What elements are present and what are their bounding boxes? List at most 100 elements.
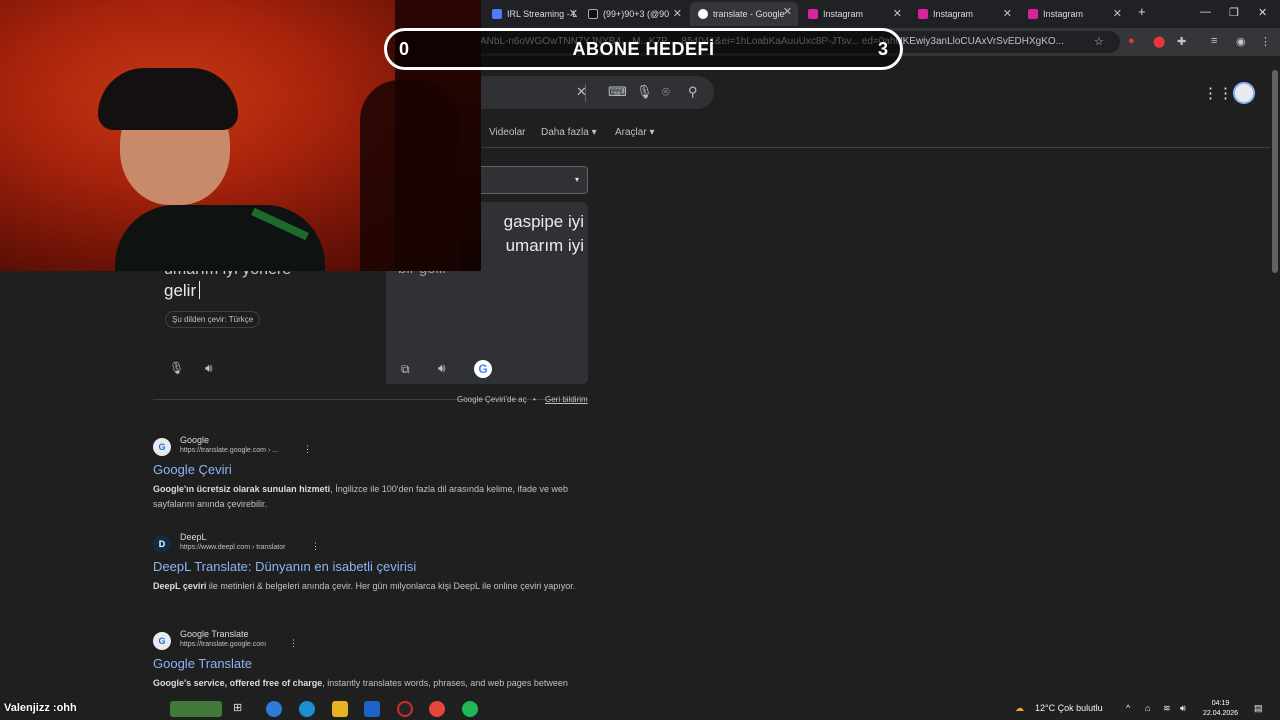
result-url[interactable]: https://translate.google.com (180, 641, 266, 648)
result-title-link[interactable]: Google Çeviri (153, 462, 232, 477)
tab-title: Instagram (1043, 9, 1084, 19)
tray-overflow-icon[interactable]: ^ (1126, 703, 1130, 713)
close-icon[interactable]: ✕ (673, 7, 682, 20)
nav-tools[interactable]: Araçlar ▾ (615, 127, 654, 138)
deepl-favicon-icon: D (153, 535, 171, 553)
copilot-icon[interactable] (266, 701, 282, 717)
notification-icon[interactable]: ▤ (1254, 703, 1263, 714)
new-tab-button[interactable]: + (1138, 4, 1146, 19)
chevron-down-icon: ▾ (574, 175, 579, 184)
goal-label: ABONE HEDEFİ (572, 39, 715, 59)
copy-icon[interactable]: ⧉ (401, 362, 410, 377)
lens-camera-icon[interactable]: ⌾ (662, 84, 670, 100)
extension-red-icon[interactable]: ● (1128, 35, 1135, 47)
edge-icon[interactable] (299, 701, 315, 717)
open-in-translate-link[interactable]: Google Çeviri'de aç (457, 395, 527, 404)
google-icon (698, 9, 708, 19)
weather-text[interactable]: 12°C Çok bulutlu (1035, 703, 1103, 713)
snippet-text: ile metinleri & belgeleri anında çevir. … (206, 581, 576, 591)
result-url[interactable]: https://www.deepl.com › translator (180, 544, 285, 551)
result-menu-icon[interactable]: ⋮ (311, 541, 320, 552)
search-box[interactable]: ✕ ⌨ 🎙︎ ⌾ ⚲ (440, 76, 714, 109)
profile-icon[interactable]: ◉ (1236, 35, 1246, 48)
result-title-link[interactable]: Google Translate (153, 656, 252, 671)
close-icon[interactable]: ✕ (1003, 7, 1012, 20)
result-menu-icon[interactable]: ⋮ (303, 444, 312, 455)
nav-more[interactable]: Daha fazla ▾ (541, 127, 597, 138)
tab-title: Instagram (823, 9, 864, 19)
tiktok-icon (588, 9, 598, 19)
clock-time: 04:19 (1211, 700, 1230, 707)
result-site: Google (180, 435, 210, 445)
spotify-icon[interactable] (462, 701, 478, 717)
goal-current: 0 (399, 39, 410, 59)
window-close-icon[interactable]: ✕ (1258, 6, 1267, 19)
clock-date: 22.04.2026 (1203, 710, 1239, 717)
result-url[interactable]: https://translate.google.com › ... (180, 447, 278, 454)
tab-translate-google[interactable]: translate - Google ✕ (690, 2, 798, 26)
microphone-icon[interactable]: 🎙︎ (636, 84, 653, 100)
cam-person-body (115, 205, 325, 271)
scrollbar-thumb[interactable] (1272, 70, 1278, 273)
cam-person-hair (98, 68, 238, 130)
nav-videos[interactable]: Videolar (489, 127, 526, 138)
goal-target: 3 (877, 39, 888, 59)
tab-tiktok[interactable]: (99+)90+3 (@90 ✕ (580, 4, 688, 24)
network-icon[interactable]: ⌂ (1145, 703, 1150, 713)
speaker-icon[interactable]: 🔊︎ (438, 361, 446, 376)
result-snippet: DeepL çeviri ile metinleri & belgeleri a… (153, 579, 593, 594)
search-icon[interactable]: ⚲ (688, 84, 698, 100)
tab-irl-streaming[interactable]: IRL Streaming - L ✕ (484, 4, 584, 24)
weather-icon[interactable]: ☁ (1015, 703, 1024, 714)
result-site: Google Translate (180, 629, 249, 639)
volume-icon[interactable]: 🔊︎ (1180, 703, 1186, 714)
snippet-bold: Google's service, offered free of charge (153, 678, 323, 688)
chrome-icon[interactable] (429, 701, 445, 717)
menu-kebab-icon[interactable]: ⋮ (1260, 35, 1271, 48)
account-avatar[interactable] (1233, 82, 1255, 104)
tab-instagram-1[interactable]: Instagram ✕ (800, 4, 908, 24)
stream-username-overlay: Valenjizz :ohh (4, 702, 77, 714)
record-icon[interactable]: ⬤ (1153, 35, 1165, 48)
tab-title: IRL Streaming - L (507, 9, 578, 19)
google-translate-favicon-icon: G (153, 438, 171, 456)
stream-thumbnail-icon[interactable] (170, 701, 222, 717)
tab-title: (99+)90+3 (@90 (603, 9, 670, 19)
microphone-icon[interactable]: 🎙︎ (169, 361, 184, 375)
tab-instagram-3[interactable]: Instagram ✕ (1020, 4, 1128, 24)
maximize-icon[interactable]: ❐ (1229, 6, 1239, 19)
tab-title: Instagram (933, 9, 974, 19)
tab-favicon-icon (492, 9, 502, 19)
extensions-puzzle-icon[interactable]: ✚ (1177, 35, 1186, 48)
close-icon[interactable]: ✕ (1113, 7, 1122, 20)
result-menu-icon[interactable]: ⋮ (289, 638, 298, 649)
taskbar-clock[interactable]: 04:19 22.04.2026 (1203, 699, 1238, 719)
wifi-icon[interactable]: ≋ (1163, 703, 1171, 714)
search-divider (585, 84, 586, 102)
close-icon[interactable]: ✕ (893, 7, 902, 20)
tab-title: translate - Google (713, 9, 785, 19)
obs-icon[interactable] (397, 701, 413, 717)
file-explorer-icon[interactable] (332, 701, 348, 717)
subscriber-goal-overlay: ABONE HEDEFİ 0 3 (384, 28, 903, 70)
instagram-icon (808, 9, 818, 19)
minimize-icon[interactable]: — (1200, 6, 1211, 18)
feedback-link[interactable]: Geri bildirim (545, 395, 588, 404)
tab-instagram-2[interactable]: Instagram ✕ (910, 4, 1018, 24)
task-view-icon[interactable]: ⊞ (233, 701, 249, 717)
google-g-icon[interactable]: G (474, 360, 492, 378)
result-title-link[interactable]: DeepL Translate: Dünyanın en isabetli çe… (153, 559, 416, 574)
mail-icon[interactable] (364, 701, 380, 717)
snippet-bold: Google'ın ücretsiz olarak sunulan hizmet… (153, 484, 331, 494)
media-controls-icon[interactable]: ≡ (1211, 35, 1217, 47)
close-icon[interactable]: ✕ (783, 5, 792, 18)
keyboard-icon[interactable]: ⌨ (608, 84, 627, 100)
speaker-icon[interactable]: 🔊︎ (205, 361, 213, 376)
result-site: DeepL (180, 532, 207, 542)
snippet-text: , instantly translates words, phrases, a… (322, 678, 568, 688)
bookmark-star-icon[interactable]: ☆ (1094, 35, 1104, 48)
source-text-input[interactable]: gelir (164, 281, 201, 301)
close-icon[interactable]: ✕ (569, 7, 578, 20)
result-snippet: Google's service, offered free of charge… (153, 676, 593, 691)
detected-language-chip[interactable]: Şu dilden çevir: Türkçe (165, 311, 261, 328)
